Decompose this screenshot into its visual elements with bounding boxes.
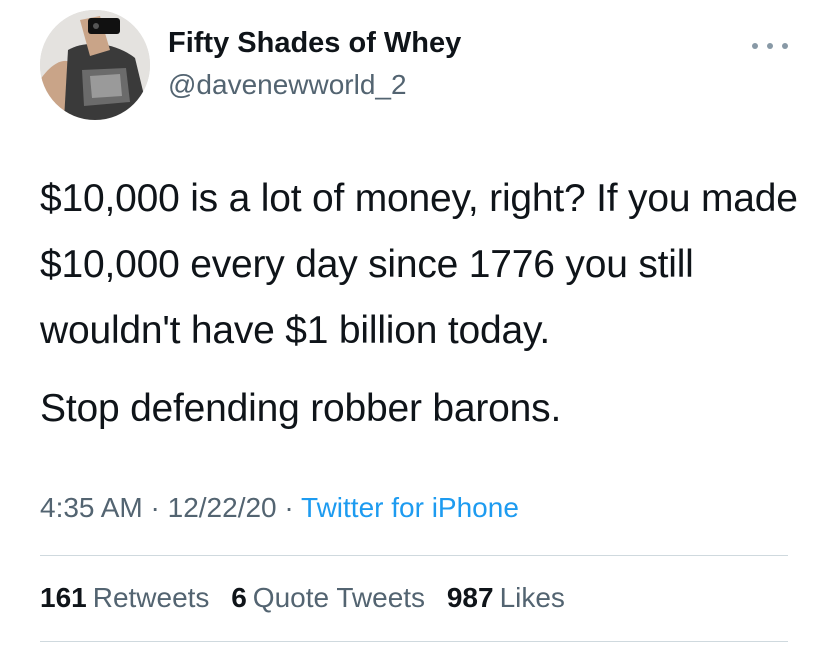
profile-photo-icon <box>40 10 150 120</box>
more-dot <box>767 43 773 49</box>
likes-label: Likes <box>499 582 565 613</box>
divider <box>40 641 788 642</box>
more-dot <box>782 43 788 49</box>
divider <box>40 555 788 556</box>
retweets-stat[interactable]: 161 Retweets <box>40 582 209 613</box>
tweet-source-link[interactable]: Twitter for iPhone <box>301 492 519 523</box>
tweet-body: $10,000 is a lot of money, right? If you… <box>40 166 800 442</box>
tweet-date[interactable]: 12/22/20 <box>168 492 277 523</box>
tweet-paragraph: Stop defending robber barons. <box>40 387 562 430</box>
quote-tweets-stat[interactable]: 6 Quote Tweets <box>231 582 425 613</box>
meta-separator: · <box>276 492 302 523</box>
more-dot <box>752 43 758 49</box>
avatar[interactable] <box>40 10 150 120</box>
tweet-time[interactable]: 4:35 AM <box>40 492 143 523</box>
meta-separator: · <box>142 492 168 523</box>
likes-stat[interactable]: 987 Likes <box>447 582 565 613</box>
tweet-paragraph: $10,000 is a lot of money, right? If you… <box>40 177 798 352</box>
tweet-meta: 4:35 AM · 12/22/20 · Twitter for iPhone <box>40 488 519 528</box>
tweet-card: Fifty Shades of Whey @davenewworld_2 $10… <box>0 0 828 654</box>
user-handle[interactable]: @davenewworld_2 <box>168 66 461 104</box>
retweets-label: Retweets <box>92 582 210 613</box>
quote-tweets-label: Quote Tweets <box>252 582 426 613</box>
more-icon[interactable] <box>752 36 788 56</box>
quote-tweets-count: 6 <box>231 582 247 613</box>
display-name[interactable]: Fifty Shades of Whey <box>168 24 461 62</box>
tweet-stats: 161 Retweets 6 Quote Tweets 987 Likes <box>40 578 579 618</box>
author-block[interactable]: Fifty Shades of Whey @davenewworld_2 <box>168 24 461 104</box>
retweets-count: 161 <box>40 582 87 613</box>
likes-count: 987 <box>446 582 494 613</box>
